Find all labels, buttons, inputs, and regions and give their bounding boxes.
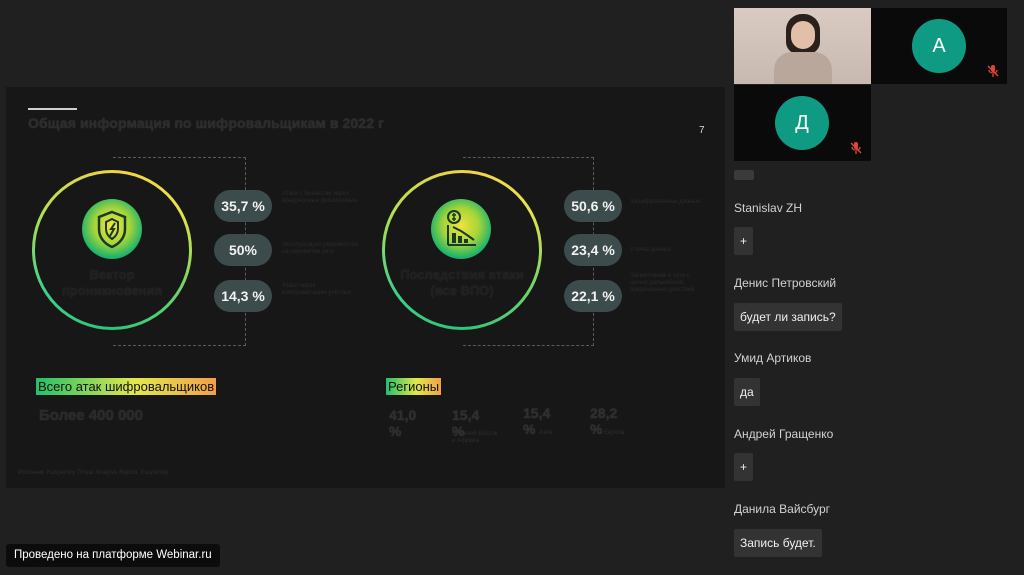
mic-muted-icon xyxy=(850,142,862,154)
slide-title: Общая информация по шифровальщикам в 202… xyxy=(28,115,384,131)
right-ring-label: Последствия атаки (все ВПО) xyxy=(400,267,524,298)
right-stat-pill: 22,1 % xyxy=(564,280,622,312)
presenter-face xyxy=(791,21,815,49)
chat-message: да xyxy=(734,378,760,406)
slide-page-number: 7 xyxy=(699,125,705,136)
participant-tile[interactable]: Д xyxy=(734,85,871,161)
right-stat-note: Зашифрованные данные xyxy=(630,199,701,205)
left-stat-note: Атаки через компрометацию учётных xyxy=(282,283,352,296)
shield-icon xyxy=(97,210,127,249)
chat-message: будет ли запись? xyxy=(734,303,842,331)
participant-tile[interactable]: А xyxy=(871,8,1007,84)
right-stat-note: Закрепление в сети с целью дальнейших вр… xyxy=(630,273,695,293)
region-value: 41,0 % xyxy=(389,407,417,439)
regions-heading: Регионы xyxy=(386,378,442,395)
platform-badge[interactable]: Проведено на платформе Webinar.ru xyxy=(6,544,220,567)
left-stat-pill: 14,3 % xyxy=(214,280,272,312)
chat-author: Stanislav ZH xyxy=(734,201,803,215)
total-attacks-heading: Всего атак шифровальщиков xyxy=(36,378,217,395)
title-rule xyxy=(28,108,77,110)
chat-author: Андрей Гращенко xyxy=(734,427,834,441)
slide-source: Источник: Kaspersky Threat Analysis Repo… xyxy=(18,470,169,476)
region-note: Европа xyxy=(604,430,625,436)
presenter-body xyxy=(774,52,832,84)
chat-message: + xyxy=(734,453,754,481)
region-note: Азия xyxy=(539,430,553,436)
chat-message: Запись будет. xyxy=(734,529,822,557)
left-stat-pill: 35,7 % xyxy=(214,190,272,222)
chat-message: + xyxy=(734,227,754,255)
chat-author: Умид Артиков xyxy=(734,351,812,365)
left-stat-note: Эксплуатация уязвимостей на периметре се… xyxy=(282,242,358,255)
left-stat-pill: 50% xyxy=(214,234,272,266)
chat-bubble-fragment xyxy=(734,170,754,180)
right-stat-pill: 50,6 % xyxy=(564,190,622,222)
participant-video-tile[interactable] xyxy=(734,8,871,84)
presentation-slide: Общая информация по шифровальщикам в 202… xyxy=(6,87,725,488)
money-chart-down-icon xyxy=(447,210,476,246)
left-ring-label: Вектор проникновения xyxy=(61,267,163,298)
chat-author: Данила Вайсбург xyxy=(734,502,831,516)
left-stat-note: Атаки с бизнесом через вредоносные фишин… xyxy=(282,191,357,204)
mic-muted-icon xyxy=(987,65,999,77)
region-note: Ближний Восток и Африка xyxy=(452,431,498,444)
avatar: А xyxy=(912,19,966,73)
right-stat-note: Утечка данных xyxy=(630,247,672,253)
right-stat-pill: 23,4 % xyxy=(564,234,622,266)
total-attacks-value: Более 400 000 xyxy=(39,407,143,424)
chat-author: Денис Петровский xyxy=(734,276,837,290)
avatar: Д xyxy=(775,96,829,150)
